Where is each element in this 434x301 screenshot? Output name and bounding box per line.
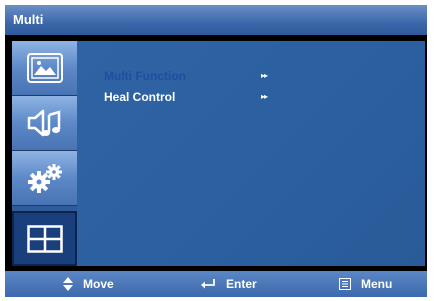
gears-icon [27,164,62,193]
sidebar-item-multi[interactable] [12,211,77,266]
menu-item-heal-control[interactable]: Heal Control ▸▸ [104,89,284,105]
multi-window-icon [26,224,63,253]
footer-hint-bar: Move Enter Menu [5,271,427,297]
title-bar: Multi [5,5,427,35]
window-title: Multi [13,12,44,27]
menu-panel: Multi Function ▸▸ Heal Control ▸▸ [77,41,425,266]
picture-icon [26,53,63,83]
menu-label: Menu [361,277,393,291]
sound-icon [27,109,60,137]
enter-hint: Enter [200,271,257,297]
menu-list-icon [339,278,351,290]
menu-hint: Menu [339,271,392,297]
menu-item-label: Heal Control [104,90,176,104]
sidebar [12,41,77,266]
sidebar-item-setup[interactable] [12,151,77,206]
menu-item-multi-function[interactable]: Multi Function ▸▸ [104,68,284,84]
move-label: Move [83,277,114,291]
move-hint: Move [63,271,114,297]
osd-window: Multi Multi Function ▸▸ Heal Control ▸▸ … [5,5,427,297]
sidebar-item-picture[interactable] [12,41,77,96]
enter-arrow-icon [200,278,216,290]
submenu-arrow-icon: ▸▸ [261,71,268,80]
sidebar-item-sound[interactable] [12,96,77,151]
up-down-arrow-icon [63,277,73,291]
menu-item-label: Multi Function [104,69,186,83]
submenu-arrow-icon: ▸▸ [261,92,268,101]
enter-label: Enter [226,277,257,291]
